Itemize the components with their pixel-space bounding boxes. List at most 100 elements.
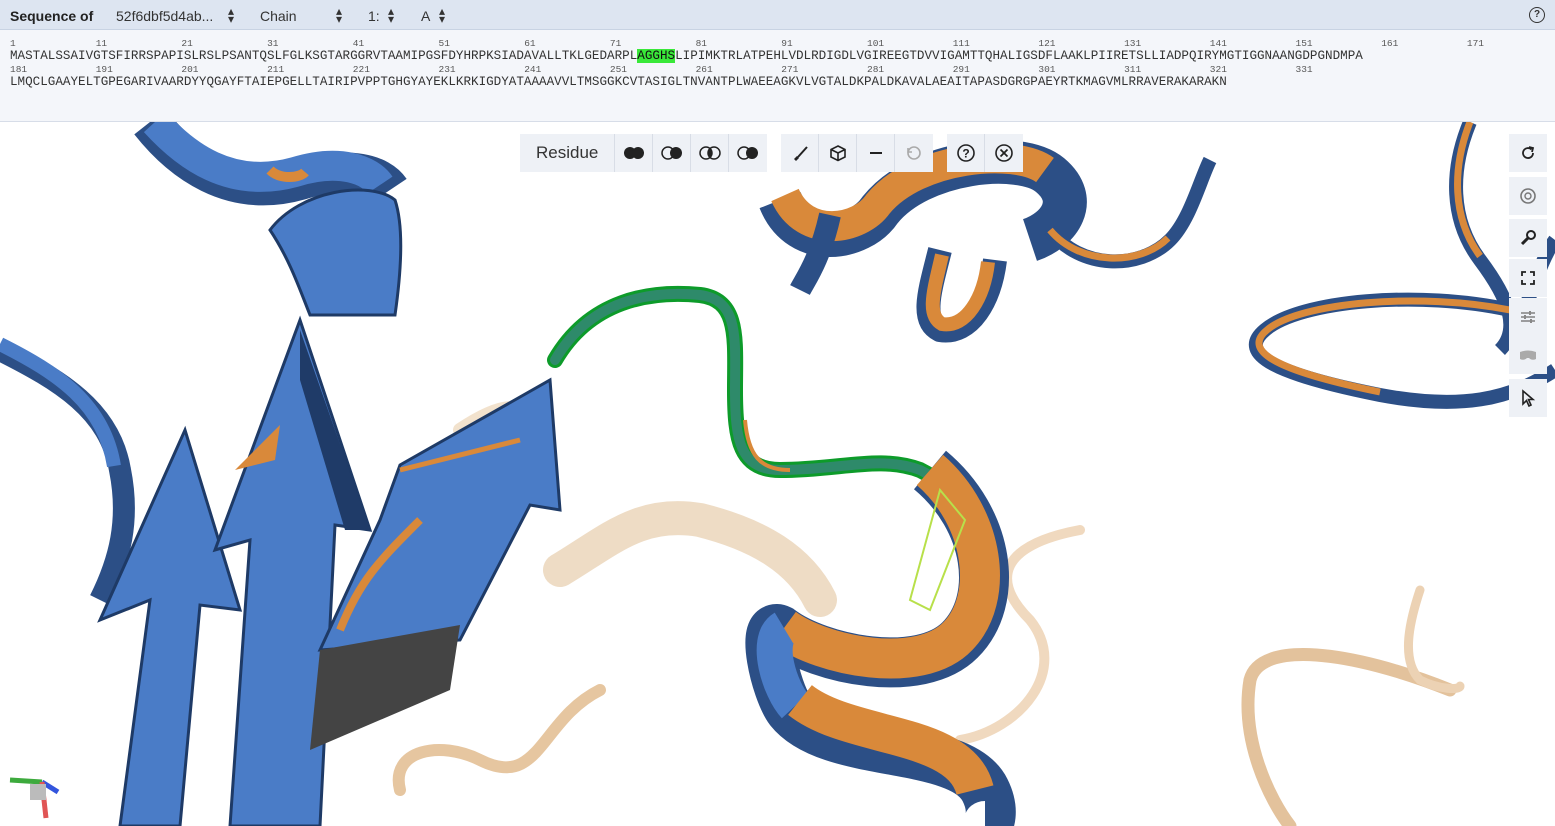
structure-select[interactable]: 52f6dbf5d4ab... ▴ ▾ <box>116 5 234 25</box>
blue-sheet <box>268 188 403 317</box>
color-button[interactable] <box>781 134 820 172</box>
beta-arrow <box>212 315 373 826</box>
reset-camera-button[interactable] <box>1509 134 1547 172</box>
residue-number: 121 <box>1038 38 1056 49</box>
residue-number: 51 <box>438 38 450 49</box>
model-select[interactable]: 1: ▴ ▾ <box>368 5 394 25</box>
undo-icon <box>907 146 922 160</box>
sequence-segment[interactable]: LIPIMKTRLATPEHLVDLRDIGDLVGIREEGTDVVIGAMT… <box>675 49 1363 63</box>
minus-icon <box>869 152 882 154</box>
residue-number: 181 <box>10 64 28 75</box>
residue-number: 281 <box>867 64 885 75</box>
replace-icon <box>737 146 759 160</box>
screenshot-button[interactable] <box>1509 177 1547 215</box>
molecule-viewport[interactable] <box>0 122 1555 826</box>
residue-number: 241 <box>524 64 542 75</box>
fullscreen-icon <box>1521 271 1535 285</box>
vr-button[interactable] <box>1509 336 1547 374</box>
settings-button[interactable] <box>1509 298 1547 336</box>
close-button[interactable] <box>985 134 1023 172</box>
residue-number: 251 <box>609 64 627 75</box>
help-icon[interactable]: ? <box>1529 7 1545 23</box>
residue-number: 221 <box>352 64 370 75</box>
granularity-select[interactable]: Residue <box>520 134 616 172</box>
refresh-icon <box>1522 146 1535 159</box>
sequence-segment[interactable]: LMQCLGAAYELTGPEGARIVAARDYYQGAYFTAIEPGELL… <box>10 75 1227 89</box>
selection-mode-button[interactable] <box>1509 379 1547 417</box>
help-group: ? <box>947 134 1024 172</box>
mode-select[interactable]: Chain ▴ ▾ <box>260 5 342 25</box>
residue-number: 141 <box>1209 38 1227 49</box>
sequence-row-1[interactable]: MASTALSSAIVGTSFIRRSPAPISLRSLPSANTQSLFGLK… <box>10 49 1363 63</box>
set-selection-replace-button[interactable] <box>729 134 767 172</box>
structure-render <box>0 122 1555 826</box>
residue-number: 101 <box>867 38 885 49</box>
residue-number: 31 <box>267 38 279 49</box>
action-group <box>781 134 934 172</box>
sequence-header: Sequence of 52f6dbf5d4ab... ▴ ▾ Chain ▴ ▾ … <box>0 0 1555 30</box>
select-arrows-icon: ▴ ▾ <box>439 4 446 26</box>
brush-icon <box>793 146 808 161</box>
ghost-ribbon <box>543 501 837 617</box>
selected-residues[interactable]: AGGHS <box>637 49 676 63</box>
sequence-row-2[interactable]: LMQCLGAAYELTGPEGARIVAARDYYQGAYFTAIEPGELL… <box>10 75 1227 89</box>
remove-button[interactable] <box>857 134 896 172</box>
residue-number: 211 <box>267 64 285 75</box>
wrench-icon <box>1520 230 1536 246</box>
help-circle-icon: ? <box>957 144 975 162</box>
residue-number: 21 <box>181 38 193 49</box>
residue-number: 301 <box>1038 64 1056 75</box>
sequence-title: Sequence of <box>10 8 94 24</box>
intersect-icon <box>699 146 721 160</box>
residue-number: 261 <box>695 64 713 75</box>
cursor-icon <box>1522 389 1536 407</box>
chain-select[interactable]: A ▴ ▾ <box>421 5 445 25</box>
granularity-group: Residue <box>520 134 768 172</box>
ghost-coil <box>1404 585 1465 693</box>
sequence-segment[interactable]: MASTALSSAIVGTSFIRRSPAPISLRSLPSANTQSLFGLK… <box>10 49 637 63</box>
residue-number: 321 <box>1209 64 1227 75</box>
select-arrows-icon: ▴ ▾ <box>228 4 235 26</box>
select-arrows-icon: ▴ ▾ <box>336 4 343 26</box>
residue-number: 81 <box>695 38 707 49</box>
vr-headset-icon <box>1520 350 1536 360</box>
select-arrows-icon: ▴ ▾ <box>388 4 395 26</box>
union-icon <box>623 147 644 159</box>
residue-number: 1 <box>10 38 16 49</box>
residue-number: 291 <box>952 64 970 75</box>
residue-number: 11 <box>95 38 108 49</box>
residue-number: 271 <box>781 64 799 75</box>
set-selection-button[interactable] <box>615 134 654 172</box>
residue-number: 41 <box>352 38 365 49</box>
sequence-panel: 1 11 21 31 41 51 61 71 81 91 101 111 121 131 141 151 161… <box>0 30 1555 122</box>
cube-icon <box>830 145 846 162</box>
close-circle-icon <box>995 144 1014 162</box>
residue-number: 161 <box>1381 38 1399 49</box>
tools-button[interactable] <box>1509 219 1547 257</box>
residue-number: 331 <box>1295 64 1313 75</box>
residue-number: 91 <box>781 38 793 49</box>
coil <box>1449 122 1518 355</box>
undo-button[interactable] <box>895 134 933 172</box>
residue-number: 191 <box>95 64 113 75</box>
residue-number: 71 <box>609 38 622 49</box>
help-button[interactable]: ? <box>947 134 986 172</box>
viewer-toolbar: Residue ? <box>520 134 1037 172</box>
residue-number: 231 <box>438 64 456 75</box>
residue-number: 111 <box>952 38 970 49</box>
residue-number: 131 <box>1124 38 1142 49</box>
representation-button[interactable] <box>819 134 858 172</box>
intersect-selection-button[interactable] <box>691 134 730 172</box>
residue-number: 201 <box>181 64 199 75</box>
axes-gizmo <box>9 777 60 819</box>
residue-number: 311 <box>1124 64 1142 75</box>
sliders-icon <box>1521 311 1535 323</box>
subtract-selection-button[interactable] <box>653 134 692 172</box>
svg-text:?: ? <box>962 147 969 161</box>
residue-number: 61 <box>524 38 536 49</box>
selected-loop-outline <box>547 285 986 553</box>
selected-loop <box>550 288 983 550</box>
subtract-icon <box>661 146 682 160</box>
expand-button[interactable] <box>1509 259 1547 297</box>
camera-aperture-icon <box>1520 188 1536 204</box>
